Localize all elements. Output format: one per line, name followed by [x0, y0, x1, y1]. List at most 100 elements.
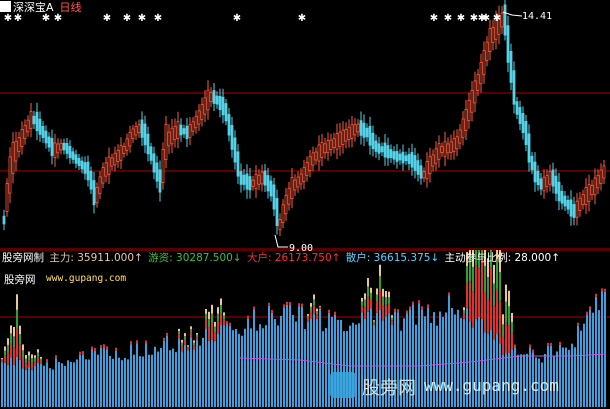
candle-body	[434, 148, 438, 164]
histogram-bar-sanhu	[268, 305, 270, 407]
histogram-bar-dahu	[223, 319, 225, 326]
histogram-bar-sanhu	[58, 362, 60, 407]
histogram-bar-sanhu	[283, 307, 285, 407]
signal-star-icon: ✱	[123, 13, 131, 24]
histogram-bar-sanhu	[16, 356, 18, 407]
candle-body	[170, 127, 174, 145]
histogram-bar-sanhu	[88, 359, 90, 407]
period-label[interactable]: 日线	[60, 1, 82, 14]
histogram-bar-sanhu	[70, 361, 72, 407]
site-url[interactable]: www.gupang.com	[46, 273, 126, 284]
histogram-bar-dahu	[490, 266, 492, 330]
histogram-bar-dahu	[271, 309, 273, 313]
histogram-bar-dahu	[481, 259, 483, 319]
candle-body	[125, 138, 129, 151]
candle-body	[293, 179, 297, 191]
histogram-bar-sanhu	[487, 333, 489, 407]
candle-body	[593, 177, 597, 196]
histogram-bar-sanhu	[301, 306, 303, 407]
signal-star-icon: ✱	[138, 13, 146, 24]
candle-body	[521, 113, 525, 133]
candle-body	[95, 187, 99, 204]
histogram-bar-zhuli	[502, 314, 504, 325]
candlestick-chart[interactable]: ✱ ✱ ✱ ✱ ✱ ✱ ✱ ✱ ✱ ✱ ✱ ✱ ✱ ✱ ✱✱ ✱	[0, 0, 610, 250]
histogram-bar-sanhu	[496, 333, 498, 407]
candle-body	[146, 133, 150, 155]
histogram-bar-sanhu	[94, 351, 96, 407]
histogram-bar-sanhu	[259, 324, 261, 407]
histogram-bar-dahu	[31, 362, 33, 370]
candle-body	[116, 150, 120, 162]
histogram-bar-sanhu	[589, 309, 591, 407]
histogram-bar-youzi	[184, 336, 186, 340]
stock-name[interactable]: 深深宝A	[13, 1, 54, 14]
candle-body	[194, 115, 198, 129]
histogram-bar-dahu	[100, 345, 102, 349]
histogram-bar-dahu	[388, 303, 390, 315]
candle-body	[392, 151, 396, 160]
histogram-bar-sanhu	[31, 369, 33, 407]
candle-body	[17, 137, 21, 152]
histogram-bar-youzi	[211, 313, 213, 324]
histogram-bar-zhuli	[391, 315, 393, 318]
histogram-bar-youzi	[388, 297, 390, 304]
candle-body	[365, 127, 369, 138]
histogram-bar-dahu	[115, 347, 117, 351]
histogram-bar-zhuli	[364, 293, 366, 300]
histogram-bar-dahu	[145, 340, 147, 344]
candle-body	[143, 123, 147, 146]
histogram-bar-sanhu	[223, 325, 225, 407]
histogram-bar-youzi	[382, 296, 384, 307]
histogram-bar-dahu	[514, 344, 516, 348]
candle-body	[131, 128, 135, 139]
candle-body	[386, 145, 390, 159]
candle-body	[32, 115, 36, 125]
histogram-bar-youzi	[40, 358, 42, 361]
histogram-bar-dahu	[94, 348, 96, 352]
histogram-bar-youzi	[373, 321, 375, 323]
histogram-bar-sanhu	[64, 365, 66, 407]
histogram-bar-dahu	[394, 308, 396, 312]
candle-body	[395, 150, 399, 162]
candle-body	[287, 187, 291, 205]
candle-body	[260, 171, 264, 185]
histogram-bar-dahu	[505, 322, 507, 354]
histogram-bar-youzi	[7, 344, 9, 353]
histogram-bar-sanhu	[418, 303, 420, 407]
histogram-bar-youzi	[511, 321, 513, 333]
histogram-bar-sanhu	[211, 339, 213, 407]
candle-body	[242, 174, 246, 185]
sanhu-value: 散户: 36615.375↓	[345, 252, 440, 264]
histogram-bar-sanhu	[199, 345, 201, 407]
histogram-bar-zhuli	[382, 288, 384, 297]
histogram-bar-zhuli	[28, 351, 30, 356]
histogram-bar-sanhu	[118, 357, 120, 407]
histogram-bar-dahu	[472, 291, 474, 328]
histogram-bar-sanhu	[190, 337, 192, 407]
histogram-bar-zhuli	[217, 307, 219, 314]
histogram-bar-dahu	[13, 347, 15, 365]
candle-body	[47, 136, 51, 148]
candle-body	[461, 118, 465, 138]
histogram-bar-dahu	[385, 304, 387, 317]
ratio-value: 主动参与比例: 28.000↑	[444, 252, 561, 264]
histogram-bar-sanhu	[298, 306, 300, 407]
indicator-title[interactable]: 股旁网制	[2, 252, 44, 264]
candle-body	[329, 139, 333, 151]
histogram-bar-dahu	[10, 343, 12, 358]
candle-body	[245, 173, 249, 190]
histogram-bar-youzi	[487, 277, 489, 300]
histogram-bar-youzi	[361, 301, 363, 306]
histogram-bar-zhuli	[193, 340, 195, 343]
candle-body	[272, 184, 276, 210]
candle-body	[572, 204, 576, 218]
candle-body	[416, 160, 420, 175]
histogram-bar-dahu	[475, 265, 477, 319]
candle-body	[371, 132, 375, 150]
histogram-bar-sanhu	[586, 314, 588, 407]
signal-star-icon: ✱	[233, 13, 241, 24]
histogram-bar-dahu	[586, 311, 588, 315]
candle-body	[464, 109, 468, 131]
histogram-bar-zhuli	[220, 298, 222, 306]
histogram-bar-sanhu	[568, 349, 570, 407]
